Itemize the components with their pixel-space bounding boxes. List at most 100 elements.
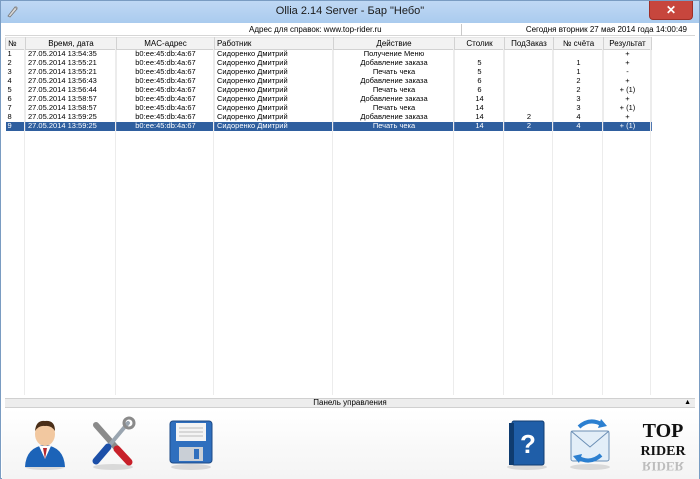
column-header[interactable]: ПодЗаказ: [504, 37, 554, 50]
table-cell: 4: [5, 76, 26, 86]
table-cell: Сидоренко Дмитрий: [214, 103, 334, 113]
column-header[interactable]: Столик: [454, 37, 505, 50]
help-button[interactable]: ?: [502, 415, 552, 471]
column-divider: [650, 49, 651, 395]
table-cell: [504, 49, 554, 59]
table-cell: 4: [553, 121, 604, 131]
log-grid[interactable]: № Время, дата MAC-адрес Работник Действие Сто…: [5, 37, 695, 395]
table-cell: 14: [454, 103, 505, 113]
sync-button[interactable]: [565, 415, 615, 471]
svg-text:RIDER: RIDER: [640, 444, 686, 459]
table-cell: Добавление заказа: [333, 112, 455, 122]
table-cell: 2: [504, 121, 554, 131]
column-header[interactable]: MAC-адрес: [116, 37, 215, 50]
table-cell: b0:ee:45:db:4a:67: [116, 67, 215, 77]
table-cell: b0:ee:45:db:4a:67: [116, 76, 215, 86]
table-cell: Сидоренко Дмитрий: [214, 112, 334, 122]
save-button[interactable]: [166, 415, 216, 471]
table-cell: b0:ee:45:db:4a:67: [116, 112, 215, 122]
table-cell: b0:ee:45:db:4a:67: [116, 49, 215, 59]
table-cell: +: [603, 76, 652, 86]
table-cell: 27.05.2014 13:58:57: [25, 103, 117, 113]
table-cell: [504, 94, 554, 104]
column-header[interactable]: Результат: [603, 37, 652, 50]
table-row[interactable]: 3 27.05.2014 13:55:21 b0:ee:45:db:4a:67 Сид…: [5, 67, 652, 77]
table-cell: + (1): [603, 121, 652, 131]
table-cell: 9: [5, 121, 26, 131]
table-cell: Сидоренко Дмитрий: [214, 76, 334, 86]
table-cell: 27.05.2014 13:58:57: [25, 94, 117, 104]
column-header[interactable]: Действие: [333, 37, 455, 50]
column-divider: [503, 49, 504, 395]
table-cell: 27.05.2014 13:56:43: [25, 76, 117, 86]
column-divider: [332, 49, 333, 395]
svg-text:TOP: TOP: [643, 420, 684, 442]
table-cell: 8: [5, 112, 26, 122]
table-row[interactable]: 8 27.05.2014 13:59:25 b0:ee:45:db:4a:67 Сид…: [5, 112, 652, 122]
table-cell: Печать чека: [333, 67, 455, 77]
table-cell: 2: [553, 85, 604, 95]
table-row[interactable]: 1 27.05.2014 13:54:35 b0:ee:45:db:4a:67 Сид…: [5, 49, 652, 59]
table-row[interactable]: 2 27.05.2014 13:55:21 b0:ee:45:db:4a:67 Сид…: [5, 58, 652, 68]
column-header[interactable]: №: [5, 37, 26, 50]
table-cell: 5: [5, 85, 26, 95]
save-disk-icon: [169, 420, 213, 470]
table-cell: Печать чека: [333, 121, 455, 131]
table-cell: 14: [454, 112, 505, 122]
table-cell: 1: [553, 58, 604, 68]
column-divider: [552, 49, 553, 395]
table-cell: 27.05.2014 13:54:35: [25, 49, 117, 59]
table-cell: 4: [553, 112, 604, 122]
table-cell: 27.05.2014 13:59:25: [25, 121, 117, 131]
control-panel-header[interactable]: Панель управления ▲: [5, 398, 695, 408]
table-body: 1 27.05.2014 13:54:35 b0:ee:45:db:4a:67 Сид…: [5, 49, 652, 131]
table-cell: Печать чека: [333, 85, 455, 95]
log-table: № Время, дата MAC-адрес Работник Действие Сто…: [5, 37, 652, 131]
table-cell: [504, 58, 554, 68]
table-cell: Сидоренко Дмитрий: [214, 49, 334, 59]
table-cell: [504, 76, 554, 86]
table-row[interactable]: 7 27.05.2014 13:58:57 b0:ee:45:db:4a:67 Сид…: [5, 103, 652, 113]
svg-text:?: ?: [520, 429, 536, 459]
close-button[interactable]: ✕: [649, 1, 693, 20]
collapse-arrow-icon[interactable]: ▲: [684, 399, 691, 407]
table-cell: +: [603, 49, 652, 59]
table-cell: 2: [5, 58, 26, 68]
column-divider: [24, 49, 25, 395]
table-cell: Добавление заказа: [333, 58, 455, 68]
column-header[interactable]: Время, дата: [25, 37, 117, 50]
table-cell: 27.05.2014 13:59:25: [25, 112, 117, 122]
waiter-button[interactable]: [20, 415, 70, 471]
table-cell: [504, 103, 554, 113]
table-cell: +: [603, 94, 652, 104]
table-cell: 3: [553, 94, 604, 104]
table-cell: 1: [553, 67, 604, 77]
table-cell: 1: [5, 49, 26, 59]
table-cell: 5: [454, 58, 505, 68]
settings-tools-button[interactable]: [88, 415, 138, 471]
table-cell: [553, 49, 604, 59]
table-cell: Получение Меню: [333, 49, 455, 59]
table-cell: Сидоренко Дмитрий: [214, 58, 334, 68]
column-divider: [602, 49, 603, 395]
table-row[interactable]: 6 27.05.2014 13:58:57 b0:ee:45:db:4a:67 Сид…: [5, 94, 652, 104]
table-cell: [454, 49, 505, 59]
column-header[interactable]: № счёта: [553, 37, 604, 50]
column-header[interactable]: Работник: [214, 37, 334, 50]
table-cell: 14: [454, 94, 505, 104]
table-cell: Добавление заказа: [333, 76, 455, 86]
table-row[interactable]: 4 27.05.2014 13:56:43 b0:ee:45:db:4a:67 Сид…: [5, 76, 652, 86]
table-cell: 2: [553, 76, 604, 86]
table-row[interactable]: 5 27.05.2014 13:56:44 b0:ee:45:db:4a:67 Сид…: [5, 85, 652, 95]
table-cell: 2: [504, 112, 554, 122]
table-row[interactable]: 9 27.05.2014 13:59:25 b0:ee:45:db:4a:67 Сид…: [5, 121, 652, 131]
table-cell: +: [603, 58, 652, 68]
sync-mail-icon: [570, 419, 610, 470]
table-cell: Сидоренко Дмитрий: [214, 121, 334, 131]
title-bar[interactable]: Ollia 2.14 Server - Бар "Небо" ✕: [1, 1, 699, 23]
table-cell: b0:ee:45:db:4a:67: [116, 121, 215, 131]
control-panel: ? TOP RIDER RIDER: [2, 409, 699, 479]
top-rider-logo-icon: TOP RIDER RIDER: [640, 420, 686, 474]
table-header: № Время, дата MAC-адрес Работник Действие Сто…: [5, 37, 652, 50]
top-rider-logo[interactable]: TOP RIDER RIDER: [635, 415, 691, 474]
